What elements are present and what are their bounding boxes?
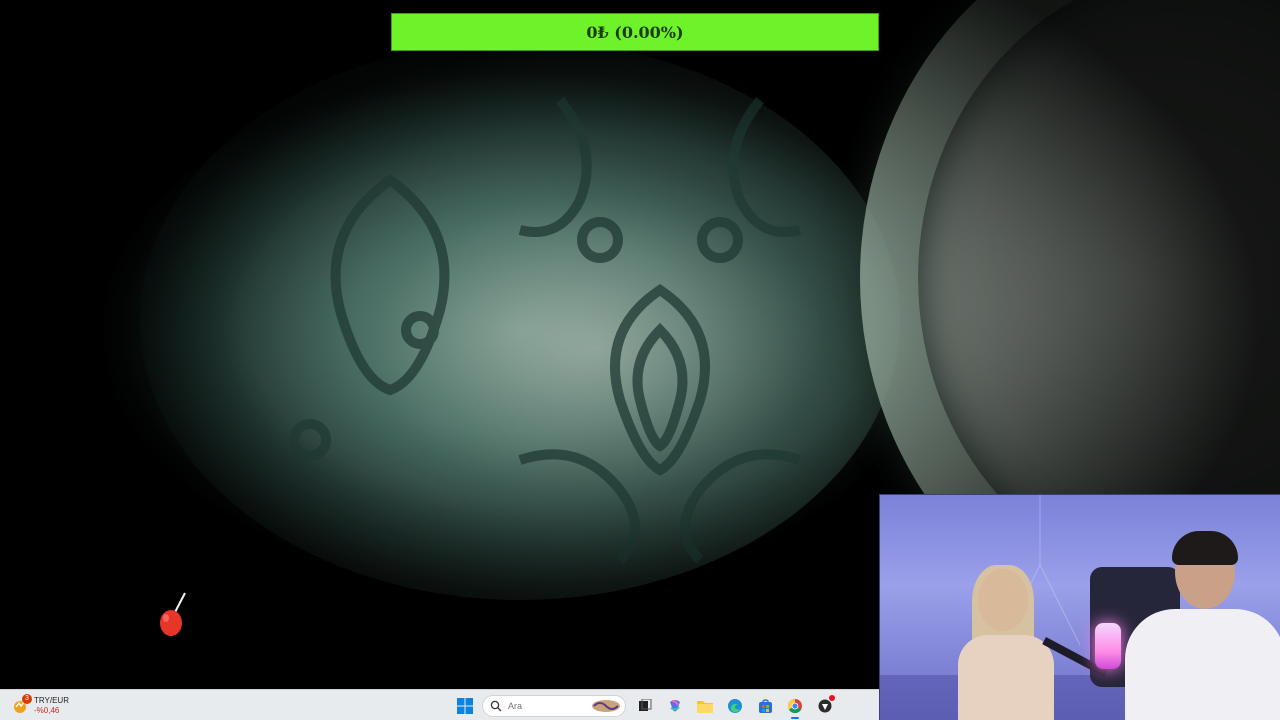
taskbar: 3 TRY/EUR -%0,46 Ara — [0, 689, 879, 720]
streamer-right — [1125, 531, 1280, 720]
app-icon[interactable] — [812, 693, 838, 719]
search-icon — [490, 700, 502, 712]
search-placeholder: Ara — [508, 701, 523, 711]
microphone — [1095, 623, 1121, 669]
currency-widget[interactable]: 3 TRY/EUR -%0,46 — [12, 693, 69, 719]
file-explorer-icon[interactable] — [692, 693, 718, 719]
taskbar-search[interactable]: Ara — [482, 695, 626, 717]
currency-widget-icon: 3 — [12, 694, 32, 714]
widget-title: TRY/EUR — [34, 696, 69, 705]
notification-dot — [829, 695, 835, 701]
search-highlight-icon — [592, 700, 620, 712]
screen: 0₺ (0.00%) 3 TRY/EUR -%0,46 Ara — [0, 0, 1280, 720]
store-icon[interactable] — [752, 693, 778, 719]
widget-badge: 3 — [22, 694, 32, 704]
chrome-icon[interactable] — [782, 693, 808, 719]
task-view-icon[interactable] — [632, 693, 658, 719]
balance-text: 0₺ (0.00%) — [586, 22, 684, 42]
balance-bar: 0₺ (0.00%) — [391, 13, 879, 51]
copilot-icon[interactable] — [662, 693, 688, 719]
webcam-overlay — [879, 494, 1280, 720]
start-icon[interactable] — [452, 693, 478, 719]
edge-icon[interactable] — [722, 693, 748, 719]
apple-cursor-icon — [158, 590, 188, 640]
widget-value: -%0,46 — [34, 706, 60, 715]
taskbar-apps: Ara — [452, 693, 842, 719]
